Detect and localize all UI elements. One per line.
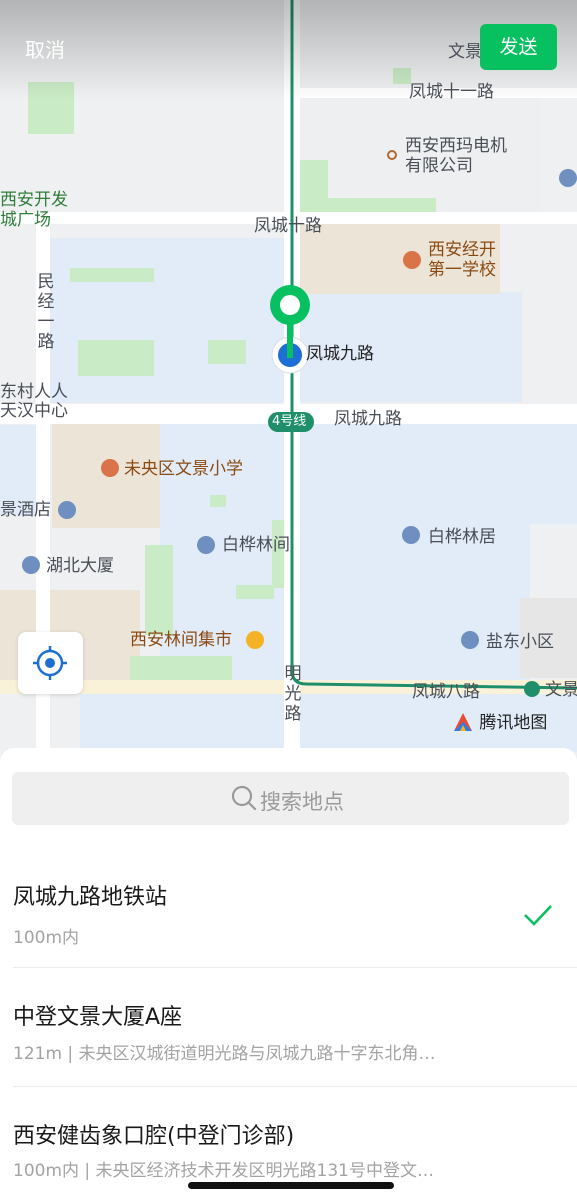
map-provider-logo: 腾讯地图 [452,708,547,733]
result-name: 中登文景大厦A座 [13,1005,183,1030]
selected-check-icon [524,905,552,926]
road-label-fengcheng9: 凤城九路 [334,409,402,429]
result-item-3[interactable]: 西安健齿象口腔(中登门诊部) 100m内 | 未央区经济技术开发区明光路131号… [0,1087,577,1187]
poi-label-weiyang-school: 未央区文景小学 [124,459,243,479]
poi-label-jing-hotel: 景酒店 [0,500,51,520]
map-view[interactable]: 凤城十一路 凤城十路 凤城九路 凤城八路 明光路 民经一路 4号线 文景 西安西… [0,0,577,760]
cancel-button[interactable]: 取消 [25,34,65,63]
poi-label-baihua-jian: 白桦林间 [222,535,290,555]
road-label-minjing1: 民经一路 [37,272,55,352]
search-placeholder: 搜索地点 [260,790,344,814]
poi-label-linjian-market: 西安林间集市 [130,630,232,650]
search-bar[interactable]: 搜索地点 [12,772,569,825]
road-label-fengcheng11: 凤城十一路 [409,82,494,102]
result-detail: 121m | 未央区汉城街道明光路与凤城九路十字东北角… [13,1044,436,1064]
poi-label-xima-line1: 西安西玛电机 [405,136,507,156]
search-icon [231,785,257,811]
poi-label-dongcun-line1: 东村人人 [0,382,68,402]
poi-label-plaza-line2: 城广场 [0,210,51,230]
poi-label-school-line2: 第一学校 [428,260,496,280]
poi-label-baihua-ju: 白桦林居 [428,527,496,547]
result-item-1[interactable]: 凤城九路地铁站 100m内 [0,856,577,968]
poi-label-xima-line2: 有限公司 [405,156,473,176]
poi-label-dongcun-line2: 天汉中心 [0,401,68,421]
tencent-map-icon [454,713,472,731]
metro-line-badge: 4号线 [272,414,307,429]
road-label-mingguang: 明光路 [284,664,302,724]
poi-label-plaza-line1: 西安开发 [0,190,68,210]
crosshair-icon [33,646,67,680]
result-item-2[interactable]: 中登文景大厦A座 121m | 未央区汉城街道明光路与凤城九路十字东北角… [0,968,577,1087]
poi-label-yandong: 盐东小区 [486,632,554,652]
pin-location-label: 凤城九路 [306,344,374,364]
bottom-sheet: 搜索地点 凤城九路地铁站 100m内 中登文景大厦A座 121m | 未央区汉城… [0,748,577,1200]
send-button[interactable]: 发送 [480,24,557,70]
poi-label-wenjing-top: 文景 [448,42,482,62]
map-provider-name: 腾讯地图 [479,713,548,733]
road-label-fengcheng8: 凤城八路 [412,682,480,702]
locate-me-button[interactable] [18,632,83,694]
result-name: 凤城九路地铁站 [13,885,168,910]
result-name: 西安健齿象口腔(中登门诊部) [13,1124,295,1149]
result-detail: 100m内 | 未央区经济技术开发区明光路131号中登文… [13,1161,434,1181]
result-detail: 100m内 [13,928,80,948]
home-indicator [188,1182,394,1189]
poi-label-school-line1: 西安经开 [428,240,496,260]
poi-label-wenjing-metro: 文景 [545,680,577,700]
poi-label-hubei: 湖北大厦 [46,556,114,576]
road-label-fengcheng10: 凤城十路 [254,216,322,236]
